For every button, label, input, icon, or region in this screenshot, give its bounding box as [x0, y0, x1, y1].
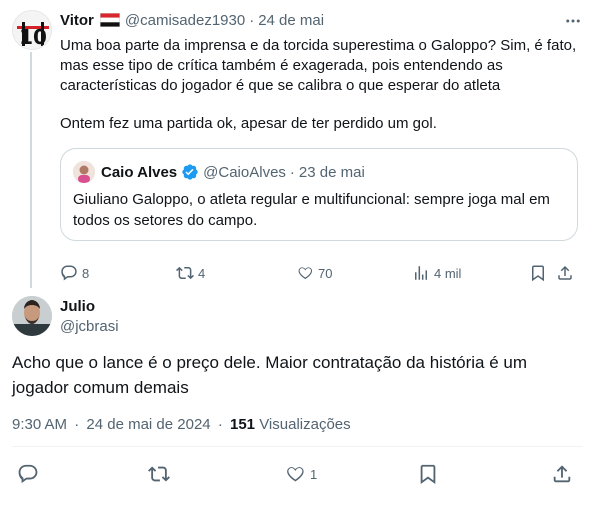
tweet-meta: 9:30 AM · 24 de mai de 2024 · 151 Visual… — [12, 416, 351, 433]
author-name[interactable]: Vitor — [60, 12, 94, 29]
like-count: 1 — [310, 466, 318, 482]
parent-header: Vitor @camisadez1930 · 24 de mai — [60, 10, 582, 30]
separator: · — [217, 416, 223, 433]
parent-tweet[interactable]: 10 Vitor @camisadez1930 · 24 de mai Uma … — [0, 0, 595, 288]
share-button[interactable] — [551, 463, 577, 485]
author-handle[interactable]: @camisadez1930 — [125, 12, 245, 29]
views-count: 151 — [230, 416, 256, 433]
tweet-date[interactable]: 24 de mai de 2024 — [86, 416, 210, 433]
parent-tweet-text: Uma boa parte da imprensa e da torcida s… — [60, 36, 580, 134]
avatar-julio[interactable] — [12, 296, 52, 336]
bookmark-icon — [532, 265, 544, 282]
bookmark-button[interactable] — [529, 264, 551, 282]
share-icon — [553, 465, 571, 483]
repost-icon — [148, 466, 170, 482]
views-icon — [415, 266, 427, 280]
separator: · — [249, 11, 255, 29]
share-button[interactable] — [556, 264, 578, 282]
like-icon — [298, 267, 313, 280]
repost-button[interactable]: 4 — [176, 264, 205, 282]
quote-date: 23 de mai — [298, 163, 365, 181]
reply-button[interactable]: 8 — [60, 264, 89, 282]
thread-line — [30, 52, 32, 288]
views-label: Visualizações — [259, 416, 351, 433]
author-handle[interactable]: @jcbrasi — [60, 318, 119, 335]
reply-count: 8 — [82, 265, 90, 281]
reply-icon — [18, 464, 38, 484]
tweet-paragraph: Ontem fez uma partida ok, apesar de ter … — [60, 115, 437, 132]
repost-icon — [176, 266, 194, 280]
separator: · — [289, 163, 295, 181]
divider — [12, 446, 583, 447]
repost-count: 4 — [198, 265, 206, 281]
more-icon[interactable] — [564, 12, 582, 30]
avatar-caio[interactable] — [73, 161, 95, 183]
author-name[interactable]: Julio — [60, 298, 95, 315]
like-icon — [287, 467, 304, 482]
verified-icon — [181, 163, 199, 181]
repost-button[interactable] — [148, 463, 174, 485]
like-count: 70 — [318, 265, 333, 281]
tweet-date[interactable]: 24 de mai — [258, 12, 324, 29]
views-count: 4 mil — [434, 265, 462, 281]
quote-author-name: Caio Alves — [101, 163, 178, 181]
main-tweet-text: Acho que o lance é o preço dele. Maior c… — [12, 353, 528, 397]
views-button[interactable]: 4 mil — [412, 264, 461, 282]
separator: · — [74, 416, 80, 433]
avatar-vitor[interactable]: 10 — [12, 10, 52, 50]
like-button[interactable]: 1 — [284, 463, 317, 485]
reply-icon — [61, 265, 77, 281]
like-button[interactable]: 70 — [296, 264, 332, 282]
parent-action-bar: 8 4 70 4 mil — [60, 264, 582, 284]
reply-button[interactable] — [17, 463, 43, 485]
bookmark-button[interactable] — [417, 463, 443, 485]
quote-header: Caio Alves @CaioAlves · 23 de mai — [73, 161, 565, 183]
flag-icon — [99, 13, 120, 27]
bookmark-icon — [420, 464, 436, 485]
quote-author-handle: @CaioAlves — [203, 163, 286, 181]
share-icon — [558, 265, 572, 280]
tweet-paragraph: Uma boa parte da imprensa e da torcida s… — [60, 37, 577, 94]
quoted-tweet[interactable]: Caio Alves @CaioAlves · 23 de mai Giulia… — [60, 148, 578, 241]
quote-text: Giuliano Galoppo, o atleta regular e mul… — [73, 191, 550, 229]
tweet-time[interactable]: 9:30 AM — [12, 416, 67, 433]
